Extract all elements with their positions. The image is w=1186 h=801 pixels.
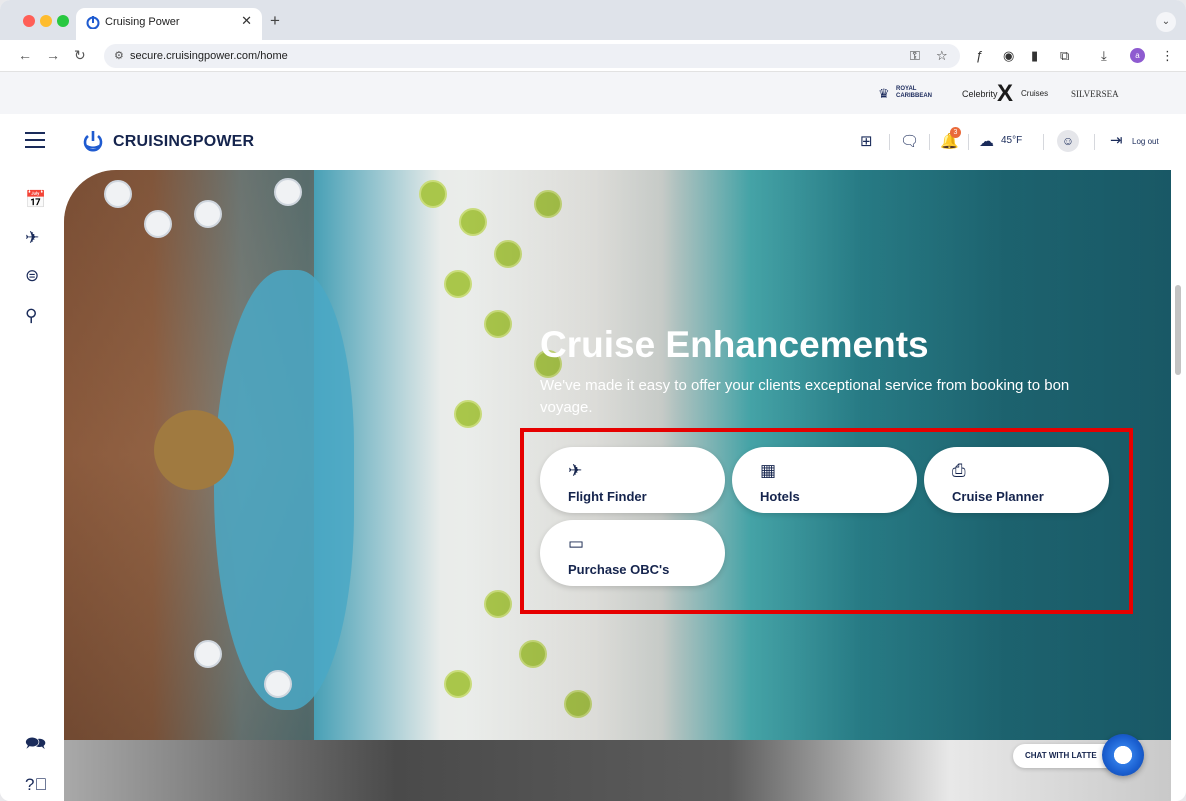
cruisingpower-logo-icon <box>83 131 103 152</box>
maximize-window-button[interactable] <box>57 15 69 27</box>
hero-subtitle: We've made it easy to offer your clients… <box>540 377 1070 416</box>
camera-extension-icon[interactable]: ◉ <box>1003 48 1014 64</box>
cruisingpower-favicon-icon <box>86 16 100 29</box>
extensions-puzzle-icon[interactable]: ⧉ <box>1060 48 1069 64</box>
hero-pool-image <box>214 270 354 710</box>
logout-link[interactable]: Log out <box>1132 137 1159 146</box>
header-divider <box>1094 134 1095 150</box>
extension-f-icon[interactable]: ƒ <box>976 48 983 63</box>
clipboard-extension-icon[interactable]: ▮ <box>1031 48 1038 64</box>
browser-tab[interactable]: Cruising Power ✕ <box>76 8 262 40</box>
latte-chat-orb-icon[interactable] <box>1102 734 1144 776</box>
umbrella-image <box>264 670 292 698</box>
tab-title: Cruising Power <box>105 16 180 28</box>
site-settings-icon[interactable]: ⚙ <box>114 49 124 62</box>
weather-cloud-icon: ☁ <box>979 133 994 150</box>
minimize-window-button[interactable] <box>40 15 52 27</box>
silversea-logo[interactable]: SILVERSEA <box>1071 89 1119 99</box>
close-window-button[interactable] <box>23 15 35 27</box>
password-key-icon[interactable]: ⚿ <box>910 48 920 64</box>
header-divider <box>968 134 969 150</box>
browser-window: Cruising Power ✕ + ⌄ ← → ↻ ⚙ secure.crui… <box>0 0 1186 801</box>
tab-strip: Cruising Power ✕ + ⌄ <box>0 0 1186 40</box>
notification-badge: 3 <box>950 127 961 138</box>
hamburger-menu-icon[interactable] <box>25 132 45 148</box>
downloads-icon[interactable]: ⤓ <box>1101 48 1107 64</box>
forward-arrow-icon[interactable]: → <box>46 47 60 63</box>
apps-grid-icon[interactable]: ⊞ <box>860 132 873 150</box>
umbrella-image <box>274 178 302 206</box>
tab-close-icon[interactable]: ✕ <box>241 13 252 29</box>
umbrella-image <box>104 180 132 208</box>
location-pin-icon[interactable]: ⚲ <box>25 306 37 326</box>
brand-bar: ♛ ROYAL CARIBBEAN Celebrity X Cruises SI… <box>0 72 1186 114</box>
celebrity-x-logo[interactable]: X <box>997 80 1013 108</box>
user-profile-icon[interactable]: ☺ <box>1057 130 1079 152</box>
bookmark-star-icon[interactable]: ☆ <box>936 48 948 64</box>
umbrella-image <box>419 180 447 208</box>
umbrella-image <box>194 200 222 228</box>
left-sidebar: 📅 ✈ ⊜ ⚲ 🗪 ?⃝ <box>0 170 64 801</box>
site-header: CRUISINGPOWER ⊞ 🗨 🔔 3 ☁ 45°F ☺ ⇥ Log out <box>0 114 1186 170</box>
chat-feedback-icon[interactable]: 🗪 <box>25 731 46 760</box>
logout-icon[interactable]: ⇥ <box>1110 131 1123 149</box>
address-toolbar: ← → ↻ ⚙ secure.cruisingpower.com/home ⚿ … <box>0 40 1186 72</box>
header-divider <box>889 134 890 150</box>
messages-icon[interactable]: 🗨 <box>900 132 919 150</box>
url-text[interactable]: secure.cruisingpower.com/home <box>130 50 288 62</box>
header-divider <box>1043 134 1044 150</box>
weather-temperature: 45°F <box>1001 135 1023 146</box>
tab-search-chevron-icon[interactable]: ⌄ <box>1156 12 1176 32</box>
celebrity-logo-text[interactable]: Celebrity <box>962 89 998 99</box>
new-tab-button[interactable]: + <box>270 11 280 31</box>
site-logo-text[interactable]: CRUISINGPOWER <box>113 133 254 151</box>
hero-title: Cruise Enhancements <box>540 324 929 365</box>
hero-hut-image <box>154 410 234 490</box>
help-icon[interactable]: ?⃝ <box>25 775 47 795</box>
royal-caribbean-logo[interactable]: ROYAL CARIBBEAN <box>896 86 946 100</box>
celebrity-cruises-text: Cruises <box>1021 89 1049 98</box>
reload-icon[interactable]: ↻ <box>74 47 86 64</box>
next-section-image <box>64 740 1171 801</box>
page-scrollbar[interactable] <box>1175 285 1181 375</box>
umbrella-image <box>194 640 222 668</box>
back-arrow-icon[interactable]: ← <box>18 47 32 63</box>
royal-caribbean-crown-icon: ♛ <box>878 86 890 101</box>
header-divider <box>929 134 930 150</box>
url-bar[interactable]: ⚙ secure.cruisingpower.com/home ⚿ ☆ <box>104 44 960 68</box>
profile-avatar[interactable]: a <box>1130 48 1145 63</box>
plane-icon[interactable]: ✈ <box>25 228 39 248</box>
highlight-annotation-box <box>520 428 1133 614</box>
umbrella-image <box>144 210 172 238</box>
calendar-add-icon[interactable]: 📅 <box>25 190 46 210</box>
chat-label: CHAT WITH LATTE <box>1025 751 1097 760</box>
browser-menu-icon[interactable]: ⋮ <box>1161 48 1174 64</box>
cruise-line-icon[interactable]: ⊜ <box>25 266 39 286</box>
